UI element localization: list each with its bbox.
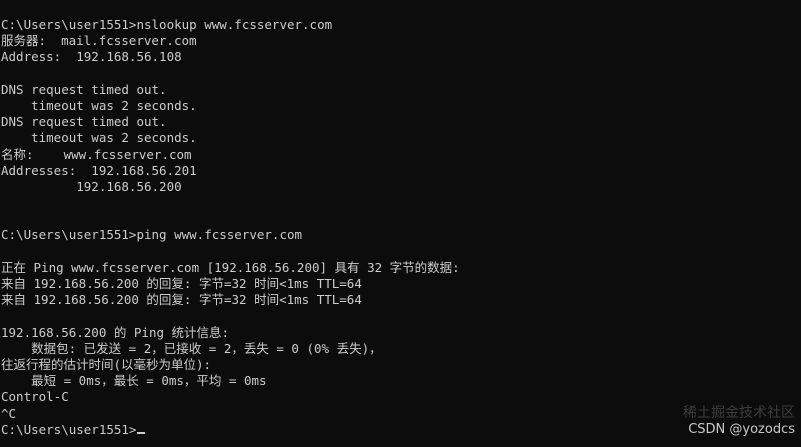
console-line: 数据包: 已发送 = 2，已接收 = 2，丢失 = 0 (0% 丢失)，	[1, 340, 382, 356]
console-line: C:\Users\user1551>nslookup www.fcsserver…	[1, 17, 333, 32]
console-line: 来自 192.168.56.200 的回复: 字节=32 时间<1ms TTL=…	[1, 292, 362, 308]
console-line: Addresses: 192.168.56.201	[1, 162, 197, 178]
console-line: timeout was 2 seconds.	[1, 97, 197, 113]
prompt-line[interactable]: C:\Users\user1551>	[1, 422, 801, 438]
console-line: DNS request timed out.	[1, 114, 167, 130]
console-line: timeout was 2 seconds.	[1, 130, 197, 146]
console-line: C:\Users\user1551>ping www.fcsserver.com	[1, 227, 303, 243]
console-line: 往返行程的估计时间(以毫秒为单位):	[1, 356, 212, 372]
watermark-text: CSDN @yozodcs	[688, 422, 795, 437]
command-prompt: C:\Users\user1551>	[1, 421, 137, 437]
watermark: 稀土掘金技术社区 CSDN @yozodcs	[683, 405, 795, 437]
console-line: 服务器: mail.fcsserver.com	[1, 33, 197, 49]
console-line: 192.168.56.200 的 Ping 统计信息:	[1, 324, 230, 340]
console-line: 正在 Ping www.fcsserver.com [192.168.56.20…	[1, 259, 460, 275]
console-line: 名称: www.fcsserver.com	[1, 146, 192, 162]
console-window[interactable]: C:\Users\user1551>nslookup www.fcsserver…	[0, 0, 801, 447]
console-line: Control-C	[1, 389, 69, 405]
console-line: Address: 192.168.56.108	[1, 49, 182, 65]
console-line: 最短 = 0ms，最长 = 0ms，平均 = 0ms	[1, 373, 267, 389]
text-cursor	[137, 431, 146, 434]
console-line: DNS request timed out.	[1, 81, 167, 97]
console-line: 来自 192.168.56.200 的回复: 字节=32 时间<1ms TTL=…	[1, 276, 362, 291]
console-line: ^C	[1, 405, 17, 421]
console-line: 192.168.56.200	[1, 178, 182, 194]
watermark-faint-text: 稀土掘金技术社区	[683, 405, 795, 421]
